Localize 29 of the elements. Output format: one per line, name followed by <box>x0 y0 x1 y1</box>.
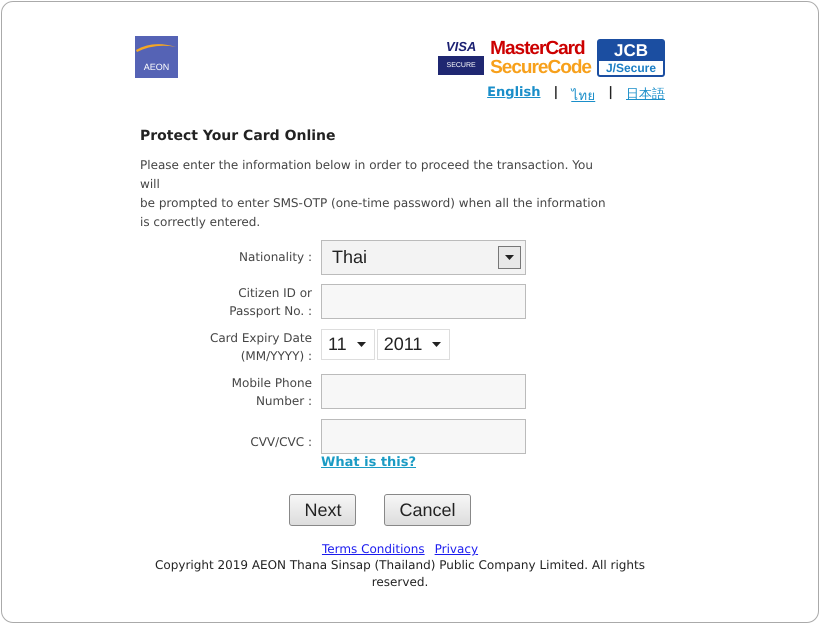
input-field[interactable] <box>321 419 526 454</box>
nationality-select[interactable]: Thai <box>321 240 526 275</box>
separator: | <box>554 85 558 102</box>
mastercard-securecode-logo: MasterCard SecureCode <box>490 39 591 77</box>
intro-text: Please enter the information below in order to proceed the transaction. You will be prompted to enter SMS-OTP (one-time password) when all the information is correctly entered. <box>140 157 607 231</box>
footer-link[interactable]: Privacy <box>434 542 478 556</box>
next-button[interactable]: Next <box>289 494 356 526</box>
language-link[interactable]: 日本語 <box>626 85 665 106</box>
field-label: Nationality : <box>238 249 312 266</box>
month-select[interactable]: 11 <box>321 329 375 360</box>
dropdown-icon[interactable] <box>498 246 521 269</box>
footer-link[interactable]: Terms Conditions <box>322 542 425 556</box>
input-field[interactable] <box>321 284 526 319</box>
year-select[interactable]: 2011 <box>376 329 450 360</box>
aeon-logo: AEON <box>135 36 178 78</box>
caret-icon[interactable] <box>356 342 366 347</box>
language-link[interactable]: English <box>487 85 540 106</box>
field-label: Mobile Phone Number : <box>230 375 312 410</box>
field-label: Card Expiry Date (MM/YYYY) : <box>208 330 312 365</box>
language-link[interactable]: ไทย <box>571 85 596 106</box>
page-heading: Protect Your Card Online <box>140 128 337 144</box>
copyright-text: Copyright 2019 AEON Thana Sinsap (Thailand) Public Company Limited. All rights reserved. <box>154 557 646 591</box>
field-label: CVV/CVC : <box>249 434 312 451</box>
separator: | <box>608 85 613 102</box>
input-field[interactable] <box>321 374 526 409</box>
caret-icon[interactable] <box>432 342 442 347</box>
cancel-button[interactable]: Cancel <box>384 494 471 526</box>
jcb-secure-logo: JCB J/Secure <box>597 39 665 77</box>
field-label: Citizen ID or Passport No. : <box>228 285 312 320</box>
